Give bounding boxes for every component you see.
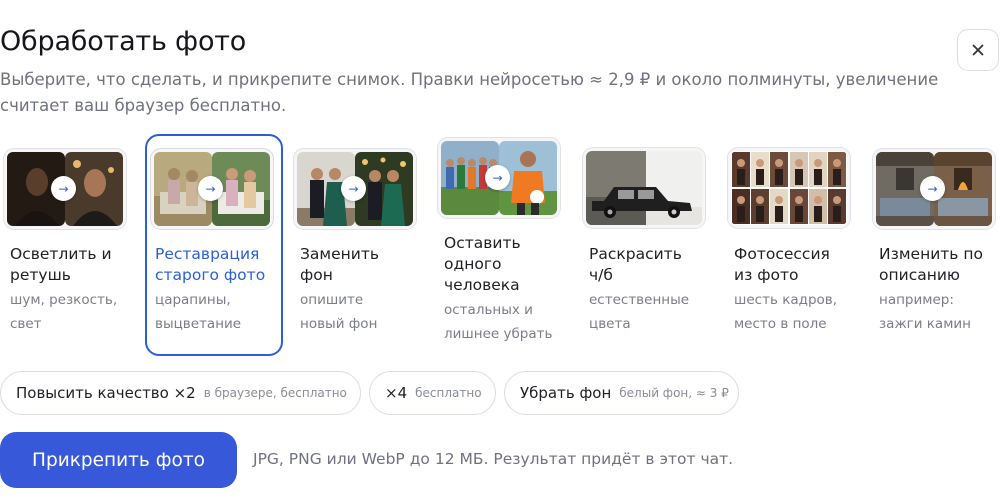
card-title: Фотосессия из фото <box>734 245 830 284</box>
chip-hint: бесплатно <box>415 386 482 400</box>
card-description: остальных и лишнее убрать <box>444 302 553 342</box>
arrow-right-icon: → <box>198 176 223 201</box>
upscale-x4-chip[interactable]: ×4 бесплатно <box>369 371 496 415</box>
chip-label: ×4 <box>385 384 408 402</box>
card-description: опишите новый фон <box>300 292 378 332</box>
card-description: естественные цвета <box>589 292 690 332</box>
subtitle: Выберите, что сделать, и прикрепите сним… <box>0 67 960 119</box>
close-icon <box>972 44 984 56</box>
card-edit-by-description[interactable]: → Изменить по описанию например: зажги кам… <box>869 134 1000 356</box>
card-restore-old-photo[interactable]: → Реставрация старого фото царапины, выцве… <box>145 134 283 356</box>
card-description: шум, резкость, свет <box>10 292 118 332</box>
card-thumbnail <box>727 147 851 229</box>
card-description: царапины, выцветание <box>155 292 242 332</box>
card-thumbnail: → <box>437 137 561 219</box>
card-description: шесть кадров, место в поле <box>734 292 838 332</box>
attach-note: JPG, PNG или WebP до 12 МБ. Результат пр… <box>253 450 734 468</box>
card-title: Оставить одного человека <box>444 234 521 294</box>
card-thumbnail: → <box>150 148 274 230</box>
card-keep-one-person[interactable]: → Оставить одного человека остальных и лишн… <box>434 134 572 356</box>
upscale-x2-chip[interactable]: Повысить качество ×2 в браузере, бесплат… <box>0 371 361 415</box>
card-replace-background[interactable]: → Заменить фон опишите новый фон <box>290 134 428 356</box>
attach-photo-button[interactable]: Прикрепить фото <box>0 432 237 488</box>
subtitle-line-1: Выберите, что сделать, и прикрепите сним… <box>0 70 939 89</box>
card-thumbnail: → <box>3 148 127 230</box>
chip-label: Убрать фон <box>520 384 612 402</box>
card-title: Изменить по описанию <box>879 245 983 284</box>
card-description: например: зажги камин <box>879 292 971 332</box>
arrow-right-icon: → <box>485 165 510 190</box>
remove-background-chip[interactable]: Убрать фон белый фон, ≈ 3 ₽ <box>504 371 739 415</box>
card-colorize-bw[interactable]: Раскрасить ч/б естественные цвета <box>579 134 717 356</box>
colorize-photo <box>586 151 702 225</box>
card-title: Раскрасить ч/б <box>589 245 682 284</box>
close-button[interactable] <box>957 29 999 71</box>
chip-label: Повысить качество ×2 <box>16 384 196 402</box>
chip-hint: в браузере, бесплатно <box>203 386 347 400</box>
arrow-right-icon: → <box>341 176 366 201</box>
arrow-right-icon: → <box>920 176 945 201</box>
subtitle-line-2: считает ваш браузер бесплатно. <box>0 96 287 115</box>
card-thumbnail: → <box>293 148 417 230</box>
chip-hint: белый фон, ≈ 3 ₽ <box>619 386 729 400</box>
card-thumbnail <box>582 147 706 229</box>
card-photoshoot[interactable]: Фотосессия из фото шесть кадров, место в п… <box>724 134 862 356</box>
photoshoot-grid <box>731 151 847 225</box>
arrow-right-icon: → <box>51 176 76 201</box>
card-title: Реставрация старого фото <box>155 245 266 284</box>
card-title: Заменить фон <box>300 245 380 284</box>
card-thumbnail: → <box>872 148 996 230</box>
card-title: Осветлить и ретушь <box>10 245 112 284</box>
card-brighten-retouch[interactable]: → Осветлить и ретушь шум, резкость, свет <box>0 134 138 356</box>
page-title: Обработать фото <box>0 26 247 57</box>
option-cards: → Осветлить и ретушь шум, резкость, свет →… <box>0 134 1000 356</box>
